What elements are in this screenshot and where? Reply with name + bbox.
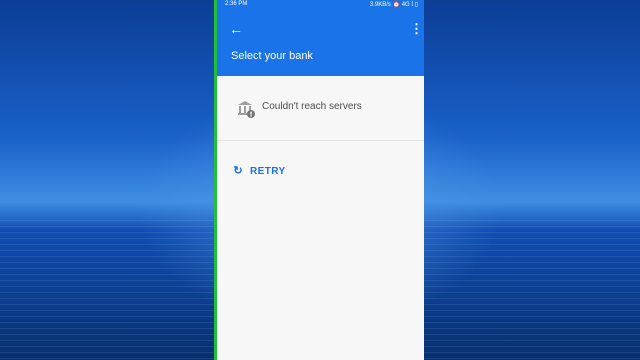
page-title: Select your bank [231,50,313,62]
status-time: 2:36 PM [225,1,248,7]
phone-screen: 2:36 PM 3.9KB/s ⏰ 4G 𝗅 ▯ ← ⋮ Select your… [217,0,424,360]
status-indicators: 3.9KB/s ⏰ 4G 𝗅 ▯ [369,2,418,8]
app-bar: ← ⋮ Select your bank [217,10,424,76]
error-message-row: Couldn't reach servers [217,76,424,141]
refresh-icon: ↻ [233,165,243,177]
error-text: Couldn't reach servers [262,101,362,112]
retry-label: RETRY [250,165,286,177]
more-vert-icon[interactable]: ⋮ [410,21,423,37]
arrow-back-icon[interactable]: ← [228,21,244,37]
bank-icon [238,101,255,118]
retry-button[interactable]: ↻ RETRY [231,162,286,180]
status-bar: 2:36 PM 3.9KB/s ⏰ 4G 𝗅 ▯ [217,0,424,10]
